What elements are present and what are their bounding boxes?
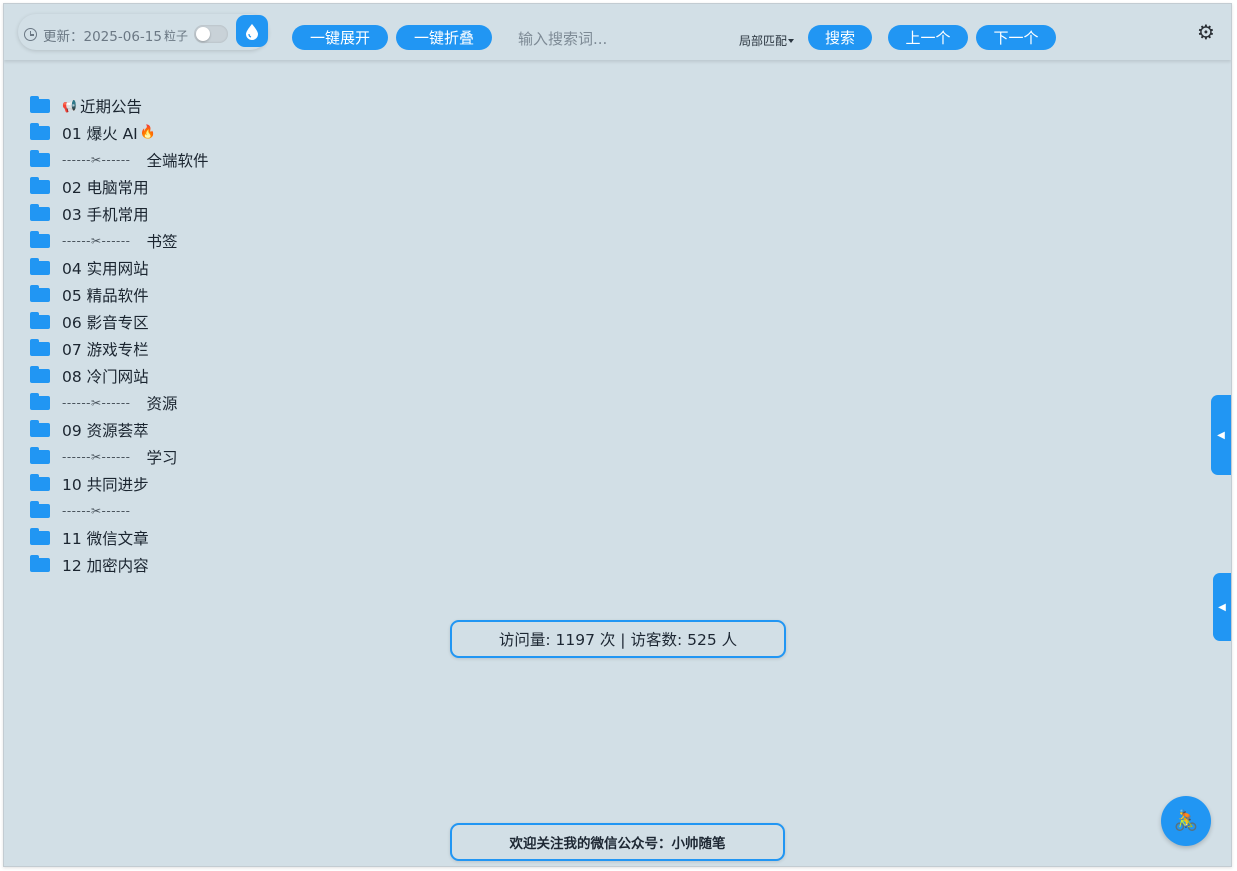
tree-item-media[interactable]: 06 影音专区 bbox=[29, 308, 149, 335]
cyclist-icon: 🚴 bbox=[1173, 810, 1199, 832]
folder-icon bbox=[30, 500, 50, 518]
search-input[interactable] bbox=[509, 26, 729, 52]
top-toolbar: 更新：2025-06-15 粒子 一键展开 一键折叠 局部匹配 搜索 上一个 下… bbox=[4, 4, 1231, 60]
folder-icon bbox=[30, 311, 50, 329]
tree-item-games[interactable]: 07 游戏专栏 bbox=[29, 335, 149, 362]
side-panel-tab-upper[interactable]: ◀ bbox=[1211, 395, 1231, 475]
separator-label: 书签 bbox=[146, 232, 178, 251]
tree-item-label: 06 影音专区 bbox=[62, 313, 149, 332]
tree-item-label: 02 电脑常用 bbox=[62, 178, 149, 197]
folder-icon bbox=[30, 257, 50, 275]
tree-item-mobile[interactable]: 03 手机常用 bbox=[29, 200, 149, 227]
theme-drop-button[interactable] bbox=[236, 15, 268, 47]
separator-dashes: ------✂------ bbox=[62, 152, 131, 167]
tree-item-encrypted[interactable]: 12 加密内容 bbox=[29, 551, 149, 578]
footer-wechat-banner: 欢迎关注我的微信公众号：小帅随笔 bbox=[450, 823, 785, 861]
separator-dashes: ------✂------ bbox=[62, 449, 131, 464]
tree-item-label: 04 实用网站 bbox=[62, 259, 149, 278]
separator-dashes: ------✂------ bbox=[62, 395, 131, 410]
clock-icon bbox=[24, 28, 37, 41]
folder-icon bbox=[30, 149, 50, 167]
left-arrow-icon: ◀ bbox=[1218, 601, 1226, 613]
tree-item-label: 11 微信文章 bbox=[62, 529, 149, 548]
particle-label: 粒子 bbox=[164, 29, 189, 43]
fire-icon: 🔥 bbox=[139, 125, 156, 140]
tree-item-niche-sites[interactable]: 08 冷门网站 bbox=[29, 362, 149, 389]
tree-separator[interactable]: ------✂------ 书签 bbox=[29, 227, 178, 254]
toggle-knob bbox=[196, 27, 210, 41]
tree-item-label: 05 精品软件 bbox=[62, 286, 149, 305]
tree-item-label: 12 加密内容 bbox=[62, 556, 149, 575]
search-button[interactable]: 搜索 bbox=[808, 25, 872, 50]
tree-separator[interactable]: ------✂------ 学习 bbox=[29, 443, 178, 470]
left-arrow-icon: ◀ bbox=[1217, 429, 1225, 441]
tree-item-software[interactable]: 05 精品软件 bbox=[29, 281, 149, 308]
tree-item-ai[interactable]: 01 爆火 AI 🔥 bbox=[29, 119, 156, 146]
folder-icon bbox=[30, 176, 50, 194]
tree-item-websites[interactable]: 04 实用网站 bbox=[29, 254, 149, 281]
tree-item-label: 近期公告 bbox=[79, 97, 142, 116]
folder-icon bbox=[30, 554, 50, 572]
side-panel-tab-lower[interactable]: ◀ bbox=[1213, 573, 1231, 641]
tree-separator[interactable]: ------✂------ 全端软件 bbox=[29, 146, 209, 173]
particle-toggle[interactable] bbox=[194, 25, 228, 43]
match-mode-label: 局部匹配 bbox=[739, 34, 788, 48]
tree-item-label: 10 共同进步 bbox=[62, 475, 149, 494]
megaphone-icon: 📢 bbox=[62, 98, 77, 113]
tree-item-announcements[interactable]: 📢 近期公告 bbox=[29, 92, 142, 119]
tree-separator[interactable]: ------✂------ bbox=[29, 497, 131, 524]
separator-dashes: ------✂------ bbox=[62, 503, 131, 518]
tree-separator[interactable]: ------✂------ 资源 bbox=[29, 389, 178, 416]
folder-icon bbox=[30, 365, 50, 383]
tree-item-progress[interactable]: 10 共同进步 bbox=[29, 470, 149, 497]
tree-item-label: 07 游戏专栏 bbox=[62, 340, 149, 359]
folder-icon bbox=[30, 419, 50, 437]
tree-item-label: 09 资源荟萃 bbox=[62, 421, 149, 440]
tree-item-label: 01 爆火 AI bbox=[62, 124, 138, 143]
tree-item-wechat-articles[interactable]: 11 微信文章 bbox=[29, 524, 149, 551]
expand-all-button[interactable]: 一键展开 bbox=[292, 25, 388, 50]
tree-item-label: 03 手机常用 bbox=[62, 205, 149, 224]
folder-icon bbox=[30, 95, 50, 113]
next-result-button[interactable]: 下一个 bbox=[976, 25, 1056, 50]
tree-item-resources[interactable]: 09 资源荟萃 bbox=[29, 416, 149, 443]
match-mode-select[interactable]: 局部匹配 bbox=[739, 32, 795, 49]
app-window: 更新：2025-06-15 粒子 一键展开 一键折叠 局部匹配 搜索 上一个 下… bbox=[3, 3, 1232, 867]
tree-item-label: 08 冷门网站 bbox=[62, 367, 149, 386]
folder-icon bbox=[30, 284, 50, 302]
gear-icon[interactable]: ⚙ bbox=[1197, 22, 1215, 42]
folder-icon bbox=[30, 446, 50, 464]
separator-label: 全端软件 bbox=[146, 151, 209, 170]
folder-icon bbox=[30, 230, 50, 248]
visitor-stats: 访问量: 1197 次 | 访客数: 525 人 bbox=[450, 620, 786, 658]
separator-dashes: ------✂------ bbox=[62, 233, 131, 248]
update-date: 更新：2025-06-15 bbox=[43, 29, 162, 45]
water-drop-icon bbox=[246, 23, 258, 40]
folder-icon bbox=[30, 338, 50, 356]
folder-icon bbox=[30, 203, 50, 221]
caret-down-icon bbox=[788, 38, 795, 43]
folder-icon bbox=[30, 527, 50, 545]
separator-label: 学习 bbox=[146, 448, 178, 467]
collapse-all-button[interactable]: 一键折叠 bbox=[396, 25, 492, 50]
tree-item-pc[interactable]: 02 电脑常用 bbox=[29, 173, 149, 200]
folder-icon bbox=[30, 122, 50, 140]
floating-action-button[interactable]: 🚴 bbox=[1161, 796, 1211, 846]
folder-icon bbox=[30, 392, 50, 410]
folder-icon bbox=[30, 473, 50, 491]
separator-label: 资源 bbox=[146, 394, 178, 413]
prev-result-button[interactable]: 上一个 bbox=[888, 25, 968, 50]
